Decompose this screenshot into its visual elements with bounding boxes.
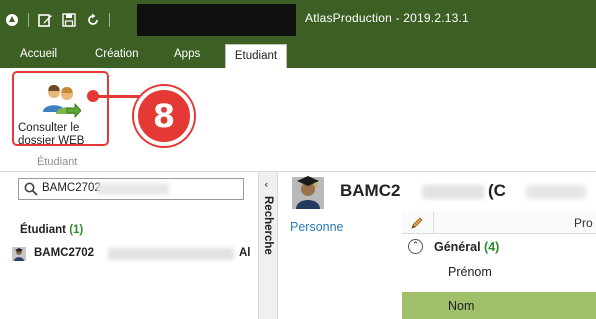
tab-creation[interactable]: Création — [95, 48, 138, 60]
redacted-text — [422, 185, 484, 199]
toolbar-separator — [28, 13, 29, 27]
student-name-tail: Al — [239, 247, 251, 259]
window-title: AtlasProduction - 2019.2.13.1 — [305, 11, 469, 25]
app-menu-icon[interactable] — [4, 12, 20, 28]
ribbon-group-label: Étudiant — [37, 156, 78, 168]
grid-column-divider — [433, 212, 434, 234]
grid-header: Pro — [402, 212, 596, 234]
student-record-panel: BAMC2 (C Personne Pro ⌃ Général (4) Prén… — [278, 172, 596, 319]
student-list-count: (1) — [69, 224, 84, 236]
search-value: BAMC2702 — [42, 182, 101, 194]
ribbon-panel: Consulter le dossier WEB — [0, 68, 596, 238]
step-number-badge: 8 — [134, 86, 194, 146]
tab-etudiant[interactable]: Etudiant — [225, 44, 287, 68]
tab-accueil[interactable]: Accueil — [20, 48, 57, 60]
chevron-left-icon[interactable]: ‹ — [264, 178, 268, 191]
student-list-header: Étudiant (1) — [20, 224, 83, 236]
redacted-text — [526, 185, 586, 199]
consult-web-file-button[interactable]: Consulter le dossier WEB — [12, 71, 109, 147]
grid-group-count: (4) — [484, 240, 500, 254]
student-record-title-tail: (C — [488, 181, 506, 200]
callout-connector-line — [96, 95, 140, 98]
student-search-panel: BAMC2702 Étudiant (1) BAMC2702 Al — [0, 172, 258, 319]
student-list-item[interactable]: BAMC2702 Al — [12, 245, 258, 263]
redacted-text — [97, 183, 169, 195]
student-record-avatar-icon — [292, 175, 324, 212]
quick-access-toolbar — [4, 8, 118, 32]
student-record-title: BAMC2 — [340, 181, 401, 200]
grid-row[interactable]: Prénom — [402, 260, 596, 284]
title-bar-dark-region — [137, 4, 296, 36]
search-input[interactable]: BAMC2702 — [18, 178, 244, 200]
pencil-icon[interactable] — [410, 216, 424, 233]
grid-group-title: Général (4) — [434, 240, 499, 254]
refresh-icon[interactable] — [85, 12, 101, 28]
edit-icon[interactable] — [37, 12, 53, 28]
grid-group-row[interactable]: ⌃ Général (4) — [402, 236, 596, 258]
users-arrow-icon — [41, 84, 82, 121]
search-icon — [24, 182, 38, 199]
toolbar-separator — [109, 13, 110, 27]
search-collapse-bar[interactable]: ‹ Recherche — [258, 172, 278, 319]
save-icon[interactable] — [61, 12, 77, 28]
consult-web-file-label: Consulter le dossier WEB — [18, 122, 85, 147]
property-grid: Pro ⌃ Général (4) Prénom Nom — [402, 212, 596, 319]
grid-row-label: Prénom — [448, 265, 492, 279]
student-list-title: Étudiant — [20, 224, 66, 236]
callout-connector-dot — [87, 90, 99, 102]
search-panel-label: Recherche — [262, 196, 274, 255]
grid-row-selected[interactable]: Nom — [402, 292, 596, 319]
grid-group-label: Général — [434, 240, 481, 254]
title-bar: AtlasProduction - 2019.2.13.1 — [0, 0, 596, 40]
tab-apps[interactable]: Apps — [174, 48, 200, 60]
nav-personne-link[interactable]: Personne — [290, 220, 344, 234]
collapse-group-icon[interactable]: ⌃ — [408, 239, 423, 254]
ribbon-tab-bar: Accueil Création Apps Etudiant — [0, 40, 596, 68]
student-id: BAMC2702 — [34, 247, 95, 259]
redacted-text — [108, 248, 234, 260]
student-avatar-icon — [12, 247, 26, 264]
grid-column-header: Pro — [574, 216, 593, 230]
grid-row-label: Nom — [448, 299, 475, 313]
